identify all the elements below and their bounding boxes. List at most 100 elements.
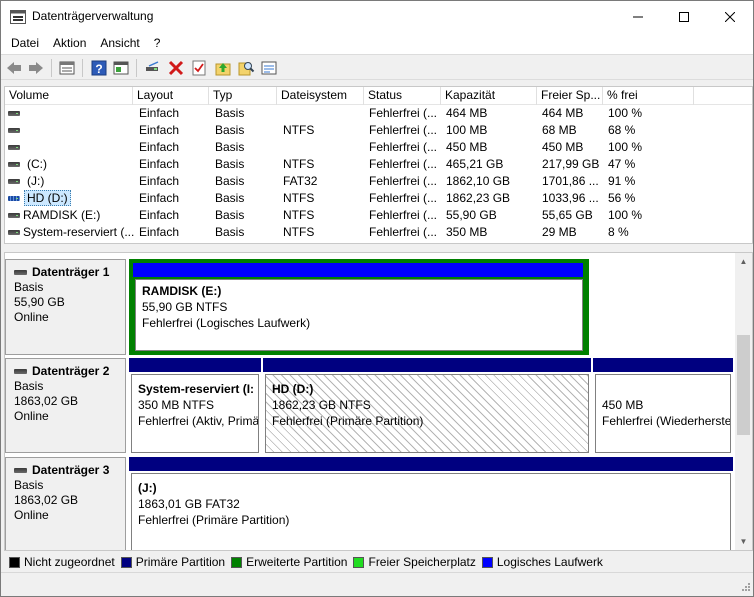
volume-layout: Einfach [139, 225, 180, 239]
volume-percent-free: 56 % [608, 191, 636, 205]
disk-info-panel[interactable]: Datenträger 1 Basis 55,90 GB Online [5, 259, 126, 355]
volume-name: System-reserviert (... [23, 225, 135, 239]
volume-filesystem [279, 105, 364, 122]
volume-free-space: 55,65 GB [542, 208, 593, 222]
scrollbar-thumb[interactable] [737, 335, 750, 435]
volume-status: Fehlerfrei (... [369, 208, 438, 222]
volume-row[interactable]: Einfach Basis Fehlerfrei (... 450 MB 450… [5, 139, 752, 156]
disk-size: 55,90 GB [14, 295, 65, 309]
volume-layout: Einfach [139, 106, 180, 120]
column-header-capacity[interactable]: Kapazität [441, 87, 537, 105]
volume-status: Fehlerfrei (... [369, 157, 438, 171]
volume-percent-free: 100 % [608, 106, 643, 120]
volume-type: Basis [215, 140, 245, 154]
volume-name [19, 105, 133, 122]
folder-up-icon[interactable] [214, 59, 232, 77]
volume-type: Basis [215, 191, 245, 205]
volume-capacity: 55,90 GB [446, 208, 497, 222]
menu-help[interactable]: ? [147, 36, 168, 50]
disk-type: Basis [14, 280, 44, 294]
disk-state: Online [14, 508, 49, 522]
partition-name: HD (D:) [272, 382, 314, 396]
volume-status: Fehlerfrei (... [369, 123, 438, 137]
column-header-layout[interactable]: Layout [133, 87, 209, 105]
volume-type: Basis [215, 174, 245, 188]
properties-icon[interactable] [58, 59, 76, 77]
volume-row[interactable]: Einfach Basis NTFS Fehlerfrei (... 100 M… [5, 122, 752, 139]
disk-info-panel[interactable]: Datenträger 3 Basis 1863,02 GB Online [5, 457, 126, 550]
minimize-button[interactable] [615, 1, 661, 32]
partition-status: Fehlerfrei (Logisches Laufwerk) [142, 316, 311, 330]
partition-color-bar [263, 358, 591, 372]
volume-capacity: 1862,23 GB [446, 191, 511, 205]
volume-layout: Einfach [139, 157, 180, 171]
search-icon[interactable] [237, 59, 255, 77]
legend-swatch [481, 556, 493, 568]
volume-name: (C:) [27, 157, 47, 171]
resize-grip-icon[interactable] [739, 582, 751, 594]
partition-ramdisk[interactable]: RAMDISK (E:) 55,90 GB NTFS Fehlerfrei (L… [129, 259, 589, 355]
disk-title: Datenträger 2 [32, 364, 110, 378]
volume-filesystem: NTFS [283, 157, 315, 171]
vertical-scrollbar[interactable]: ▲ ▼ [735, 253, 752, 550]
disk-size: 1863,02 GB [14, 493, 79, 507]
close-button[interactable] [707, 1, 753, 32]
volume-row[interactable]: RAMDISK (E:) Einfach Basis NTFS Fehlerfr… [5, 207, 752, 224]
menu-ansicht[interactable]: Ansicht [93, 36, 146, 50]
window-title: Datenträgerverwaltung [32, 9, 154, 23]
disk-info-panel[interactable]: Datenträger 2 Basis 1863,02 GB Online [5, 358, 126, 453]
volume-layout: Einfach [139, 140, 180, 154]
toolbar-separator [82, 59, 83, 77]
volume-free-space: 1033,96 ... [542, 191, 599, 205]
volume-filesystem: NTFS [283, 191, 315, 205]
partition-hd[interactable]: HD (D:) 1862,23 GB NTFS Fehlerfrei (Prim… [263, 358, 591, 453]
view-icon[interactable] [260, 59, 278, 77]
scroll-down-icon[interactable]: ▼ [735, 533, 752, 550]
partition-recovery[interactable]: 450 MB Fehlerfrei (Wiederherste [593, 358, 733, 453]
column-header-filesystem[interactable]: Dateisystem [277, 87, 364, 105]
delete-icon[interactable] [167, 59, 185, 77]
volume-row[interactable]: (C:) Einfach Basis NTFS Fehlerfrei (... … [5, 156, 752, 173]
checklist-icon[interactable] [190, 59, 208, 77]
column-header-status[interactable]: Status [364, 87, 441, 105]
volume-layout: Einfach [139, 191, 180, 205]
volume-status: Fehlerfrei (... [369, 225, 438, 239]
console-icon[interactable] [112, 59, 130, 77]
column-header-free-space[interactable]: Freier Sp... [537, 87, 603, 105]
disk-type: Basis [14, 379, 44, 393]
menu-datei[interactable]: Datei [4, 36, 46, 50]
volume-filesystem: NTFS [283, 225, 315, 239]
forward-icon[interactable] [27, 59, 45, 77]
pane-splitter[interactable] [4, 244, 753, 252]
partition-system-reserved[interactable]: System-reserviert (I: 350 MB NTFS Fehler… [129, 358, 261, 453]
partition-size: 55,90 GB NTFS [142, 300, 228, 314]
volume-percent-free: 8 % [608, 225, 629, 239]
volume-row[interactable]: (J:) Einfach Basis FAT32 Fehlerfrei (...… [5, 173, 752, 190]
maximize-button[interactable] [661, 1, 707, 32]
volume-free-space: 68 MB [542, 123, 577, 137]
volume-row[interactable]: Einfach Basis Fehlerfrei (... 464 MB 464… [5, 105, 752, 122]
disk-graphical-view: Datenträger 1 Basis 55,90 GB Online RAMD… [4, 252, 753, 551]
menu-aktion[interactable]: Aktion [46, 36, 93, 50]
column-header-volume[interactable]: Volume [5, 87, 133, 105]
partition-j[interactable]: (J:) 1863,01 GB FAT32 Fehlerfrei (Primär… [129, 457, 733, 550]
connect-icon[interactable] [144, 59, 162, 77]
volume-percent-free: 68 % [608, 123, 636, 137]
back-icon[interactable] [5, 59, 23, 77]
disk-row: Datenträger 2 Basis 1863,02 GB Online Sy… [5, 358, 737, 453]
legend-swatch [231, 556, 243, 568]
help-icon[interactable]: ? [90, 59, 108, 77]
volume-row[interactable]: System-reserviert (... Einfach Basis NTF… [5, 224, 752, 241]
column-header-type[interactable]: Typ [209, 87, 277, 105]
volume-icon [8, 179, 20, 184]
scroll-up-icon[interactable]: ▲ [735, 253, 752, 270]
volume-row-selected[interactable]: HD (D:) Einfach Basis NTFS Fehlerfrei (.… [5, 190, 752, 207]
disk-state: Online [14, 409, 49, 423]
partition-body: System-reserviert (I: 350 MB NTFS Fehler… [131, 374, 259, 453]
column-header-percent-free[interactable]: % frei [603, 87, 694, 105]
title-bar: Datenträgerverwaltung [1, 1, 753, 32]
partition-size: 450 MB [602, 398, 644, 412]
partition-size: 1862,23 GB NTFS [272, 398, 371, 412]
volume-list-header: Volume Layout Typ Dateisystem Status Kap… [5, 87, 752, 105]
toolbar: ? [1, 54, 753, 80]
